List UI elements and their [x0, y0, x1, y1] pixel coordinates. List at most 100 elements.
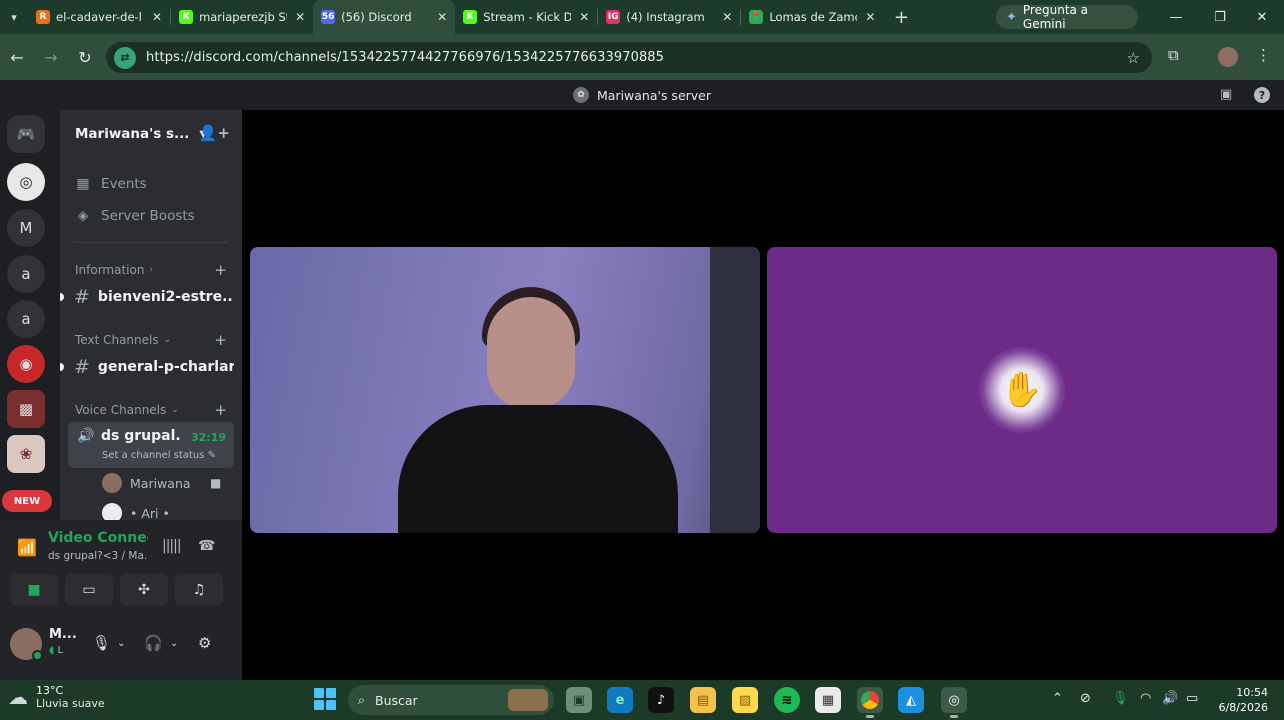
add-channel-plus-icon[interactable]: + — [214, 401, 227, 419]
browser-tab[interactable]: 📍 Lomas de Zamo ✕ — [741, 0, 883, 34]
inbox-icon[interactable]: ▣ — [1220, 87, 1232, 102]
edge-icon[interactable]: e — [607, 687, 633, 713]
site-info-icon[interactable]: ⇄ — [114, 46, 136, 69]
channel-bienvenidos[interactable]: # bienveni2-estre... — [74, 283, 234, 311]
close-tab-icon[interactable]: ✕ — [152, 10, 162, 24]
close-tab-icon[interactable]: ✕ — [437, 10, 447, 24]
microphone-icon[interactable]: 🎙 — [92, 634, 111, 652]
gemini-button[interactable]: ✦ Pregunta a Gemini — [996, 3, 1138, 31]
forward-arrow-icon[interactable]: → — [34, 34, 68, 80]
soundboard-button[interactable]: ♫ — [175, 574, 223, 606]
speaker-icon: 🔊 — [77, 428, 95, 444]
server-spiral-icon[interactable]: ◎ — [7, 163, 45, 201]
add-channel-plus-icon[interactable]: + — [214, 331, 227, 349]
wifi-icon[interactable]: ◠ — [1140, 691, 1151, 706]
address-bar[interactable]: ⇄ https://discord.com/channels/153422577… — [106, 42, 1152, 73]
server-a-1[interactable]: a — [7, 255, 45, 293]
network-off-icon[interactable]: ⊘ — [1080, 691, 1091, 706]
user-name[interactable]: M... — [49, 627, 77, 642]
url-text[interactable]: https://discord.com/channels/15342257744… — [146, 50, 664, 65]
profile-avatar[interactable] — [1218, 47, 1238, 67]
channel-status-button[interactable]: Set a channel status ✎ — [102, 450, 216, 461]
discord-home-icon[interactable]: 🎮 — [7, 115, 45, 153]
unread-indicator — [60, 293, 64, 301]
category-information[interactable]: Information › + — [75, 260, 227, 280]
close-tab-icon[interactable]: ✕ — [295, 10, 305, 24]
sticky-notes-icon[interactable]: ▨ — [732, 687, 758, 713]
tiktok-icon[interactable]: ♪ — [648, 687, 674, 713]
tray-overflow-chevron-icon[interactable]: ⌃ — [1052, 691, 1063, 706]
server-a-2[interactable]: a — [7, 300, 45, 338]
voice-channel-ds-grupal[interactable]: 🔊 ds grupal... 32:19 Set a channel statu… — [68, 422, 234, 468]
mic-in-use-icon[interactable]: 🎙 — [1112, 691, 1129, 706]
connection-status[interactable]: Video Connected — [48, 530, 148, 546]
help-icon[interactable]: ? — [1254, 87, 1270, 103]
server-image-1-icon[interactable]: ▩ — [7, 390, 45, 428]
headphones-icon[interactable]: 🎧 — [144, 634, 163, 652]
taskbar-search[interactable]: ⌕ Buscar — [348, 685, 554, 715]
connection-channel[interactable]: ds grupal?<3 / Ma... — [48, 550, 148, 562]
close-tab-icon[interactable]: ✕ — [865, 10, 875, 24]
close-tab-icon[interactable]: ✕ — [579, 10, 589, 24]
bookmark-star-icon[interactable]: ☆ — [1127, 49, 1140, 67]
channel-sidebar: Mariwana's s... ▼ 👤+ ▦ Events ◈ Server B… — [60, 110, 242, 520]
start-windows-icon[interactable] — [314, 688, 336, 710]
back-arrow-icon[interactable]: ← — [0, 34, 34, 80]
weather-widget[interactable]: ☁ 13°C Lluvia suave — [8, 684, 105, 710]
category-voice-channels[interactable]: Voice Channels ⌄ + — [75, 400, 227, 420]
browser-tab[interactable]: IG (4) Instagram ✕ — [598, 0, 740, 34]
spotify-icon[interactable]: ≋ — [774, 687, 800, 713]
browser-tab[interactable]: Kmariaperezjb St ✕ — [171, 0, 313, 34]
disconnect-icon[interactable]: ☎ — [198, 538, 215, 554]
screen-share-button[interactable]: ▭ — [65, 574, 113, 606]
server-among-us-icon[interactable]: ◉ — [7, 345, 45, 383]
browser-tab[interactable]: Rel-cadaver-de-l ✕ — [28, 0, 170, 34]
add-channel-plus-icon[interactable]: + — [214, 261, 227, 279]
close-window-icon[interactable]: ✕ — [1240, 0, 1284, 34]
browser-tab[interactable]: 56 (56) Discord ✕ — [313, 0, 456, 34]
settings-gear-icon[interactable]: ⚙ — [198, 634, 211, 652]
server-image-2-icon[interactable]: ❀ — [7, 435, 45, 473]
file-explorer-icon[interactable]: ▤ — [690, 687, 716, 713]
tab-favicon-icon: K — [463, 10, 478, 24]
activities-button[interactable]: ✣ — [120, 574, 168, 606]
photos-icon[interactable]: ◭ — [898, 687, 924, 713]
boost-gem-icon: ◈ — [77, 208, 89, 224]
restore-icon[interactable]: ❐ — [1198, 0, 1242, 34]
video-tile-ari[interactable]: ✋ — [767, 247, 1277, 533]
tab-title: mariaperezjb St — [199, 10, 288, 24]
category-text-channels[interactable]: Text Channels ⌄ + — [75, 330, 227, 350]
reload-icon[interactable]: ↻ — [68, 34, 102, 80]
audio-options-chevron-icon[interactable]: ⌄ — [170, 638, 178, 649]
events-item[interactable]: ▦ Events — [74, 170, 146, 198]
new-badge[interactable]: NEW — [2, 490, 52, 512]
server-boosts-item[interactable]: ◈ Server Boosts — [74, 202, 195, 230]
task-view-icon[interactable]: ▣ — [566, 687, 592, 713]
voice-user-ari[interactable]: • Ari • — [102, 501, 170, 520]
volume-icon[interactable]: 🔊 — [1162, 691, 1178, 706]
extensions-puzzle-icon[interactable]: ⧉ — [1168, 46, 1179, 64]
discord-taskbar-icon[interactable]: ◎ — [941, 687, 967, 718]
chrome-icon[interactable] — [857, 687, 883, 718]
server-header[interactable]: Mariwana's s... ▼ 👤+ — [60, 110, 242, 158]
avatar — [102, 503, 122, 520]
new-tab-plus-icon[interactable]: + — [889, 7, 913, 28]
server-m[interactable]: M — [7, 209, 45, 247]
browser-menu-icon[interactable]: ⋮ — [1256, 46, 1271, 64]
camera-icon: ■ — [210, 476, 222, 490]
tab-search-chevron-icon[interactable]: ▾ — [0, 0, 28, 34]
camera-button[interactable]: ■ — [10, 574, 58, 606]
voice-user-mariwana[interactable]: Mariwana ■ — [102, 471, 221, 495]
browser-tab[interactable]: K Stream - Kick D ✕ — [455, 0, 597, 34]
noise-suppression-icon[interactable]: ||||| — [162, 538, 182, 554]
close-tab-icon[interactable]: ✕ — [722, 10, 732, 24]
battery-icon[interactable]: ▭ — [1186, 691, 1198, 706]
mic-options-chevron-icon[interactable]: ⌄ — [117, 638, 125, 649]
channel-general[interactable]: # general-p-charlar — [74, 353, 234, 381]
invite-people-icon[interactable]: 👤+ — [199, 124, 230, 142]
connection-signal-icon[interactable]: 📶 — [17, 538, 37, 557]
store-icon[interactable]: ▦ — [815, 687, 841, 713]
minimize-icon[interactable]: — — [1154, 0, 1198, 34]
system-clock[interactable]: 10:54 6/8/2026 — [1216, 685, 1268, 715]
video-tile-mariwana[interactable] — [250, 247, 760, 533]
